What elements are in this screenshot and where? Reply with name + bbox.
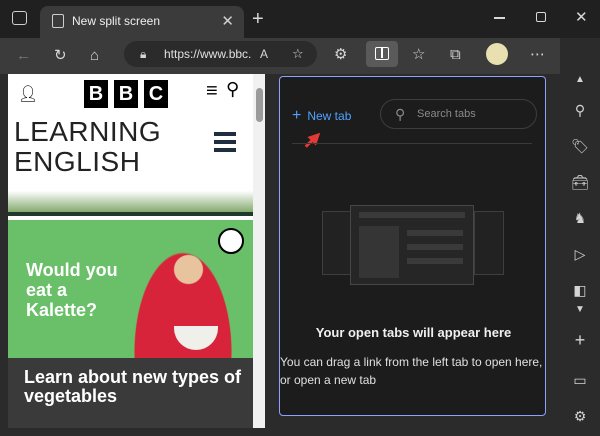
account-icon[interactable]: 👤︎ xyxy=(18,84,38,104)
promo-caption: Learn about new types of vegetables xyxy=(24,367,242,406)
close-window-icon[interactable]: ✕ xyxy=(575,8,588,26)
address-bar[interactable]: 🔒︎ https://www.bbc. A ☆ xyxy=(124,41,317,67)
page-icon xyxy=(52,14,64,28)
minimize-icon[interactable] xyxy=(494,17,505,19)
new-tab-link[interactable]: + New tab xyxy=(292,107,351,125)
learning-heading-1: LEARNING xyxy=(14,116,162,147)
extensions-icon[interactable]: ⚙ xyxy=(334,47,347,63)
sidebar-tools-icon[interactable]: 🧰︎ xyxy=(570,172,590,192)
right-split-pane[interactable]: + New tab ⚲ Search tabs Your open tabs wi… xyxy=(279,76,546,416)
sidebar-shopping-tag-icon[interactable]: 🏷︎ xyxy=(570,136,590,156)
sidebar-down-icon[interactable]: ▼ xyxy=(570,300,590,320)
back-icon[interactable]: ← xyxy=(16,48,31,64)
promo-card[interactable]: Would you eat a Kalette? Learn about new… xyxy=(8,220,253,428)
sidebar-settings-icon[interactable]: ⚙ xyxy=(570,406,590,426)
sidebar-games-icon[interactable]: ♞ xyxy=(570,208,590,228)
scroll-thumb[interactable] xyxy=(256,88,263,122)
sidebar-play-icon[interactable]: ▷ xyxy=(570,244,590,264)
header-hill-image xyxy=(8,180,253,216)
left-pane-scrollbar[interactable] xyxy=(253,74,265,428)
plus-icon: + xyxy=(292,107,302,124)
more-menu-icon[interactable]: ⋯ xyxy=(530,47,545,63)
search-tabs-input[interactable]: ⚲ Search tabs xyxy=(380,99,537,129)
read-aloud-icon[interactable]: A xyxy=(260,46,268,62)
content-area: 👤︎ B B C ≡ ⚲ LEARNING ENGLISH Would you … xyxy=(0,74,560,436)
favorites-icon[interactable]: ☆ xyxy=(412,47,425,63)
add-favorite-icon[interactable]: ☆ xyxy=(292,46,304,62)
sidebar-office-icon[interactable]: ◧ xyxy=(570,280,590,300)
sidebar-add-icon[interactable]: + xyxy=(570,330,590,350)
search-icon[interactable]: ⚲ xyxy=(226,79,239,100)
hamburger-icon[interactable] xyxy=(214,132,236,154)
collections-icon[interactable]: ⧉ xyxy=(450,47,461,63)
search-icon: ⚲ xyxy=(395,106,406,122)
header-dark-strip xyxy=(8,212,253,216)
left-split-pane[interactable]: 👤︎ B B C ≡ ⚲ LEARNING ENGLISH Would you … xyxy=(8,74,265,428)
profile-avatar[interactable] xyxy=(486,43,508,65)
tab-new-split-screen[interactable]: New split screen ✕ xyxy=(40,6,244,38)
tabs-illustration xyxy=(322,205,504,285)
maximize-icon[interactable] xyxy=(536,12,546,22)
new-tab-label: New tab xyxy=(307,109,352,123)
bbc-logo-b2: B xyxy=(114,80,138,108)
close-tab-icon[interactable]: ✕ xyxy=(221,12,234,30)
search-tabs-placeholder: Search tabs xyxy=(417,108,476,120)
sidebar-toggle-icon[interactable]: ▭ xyxy=(570,370,590,390)
empty-state-description: You can drag a link from the left tab to… xyxy=(280,355,543,387)
refresh-icon[interactable]: ↻ xyxy=(54,48,67,64)
toolbar: ← ↻ ⌂ 🔒︎ https://www.bbc. A ☆ ⚙ ☆ ⧉ ⋯ b xyxy=(0,38,600,74)
sidebar-up-icon[interactable]: ▲ xyxy=(570,70,590,90)
lock-icon[interactable]: 🔒︎ xyxy=(140,46,146,62)
menu-icon[interactable]: ≡ xyxy=(206,80,218,103)
tab-actions-icon[interactable] xyxy=(12,11,27,25)
title-bar: New split screen ✕ + ✕ xyxy=(0,0,600,38)
learning-heading-2: ENGLISH xyxy=(14,146,141,177)
divider xyxy=(292,143,532,144)
sidebar-search-icon[interactable]: ⚲ xyxy=(570,100,590,120)
split-screen-button[interactable] xyxy=(366,41,398,67)
empty-state-title: Your open tabs will appear here xyxy=(315,325,512,340)
tab-title: New split screen xyxy=(72,14,161,28)
address-url: https://www.bbc. xyxy=(164,47,252,61)
promo-question: Would you eat a Kalette? xyxy=(26,260,118,320)
split-screen-icon xyxy=(375,47,389,60)
sidebar: ▲ ⚲ 🏷︎ 🧰︎ ♞ ▷ ◧ ▼ + ▭ ⚙ xyxy=(560,38,600,436)
home-icon[interactable]: ⌂ xyxy=(90,48,99,64)
promo-caption-band: Learn about new types of vegetables xyxy=(8,358,253,428)
new-tab-plus-icon[interactable]: + xyxy=(252,8,264,31)
bbc-logo-b1: B xyxy=(84,80,108,108)
bbc-logo-c: C xyxy=(144,80,168,108)
